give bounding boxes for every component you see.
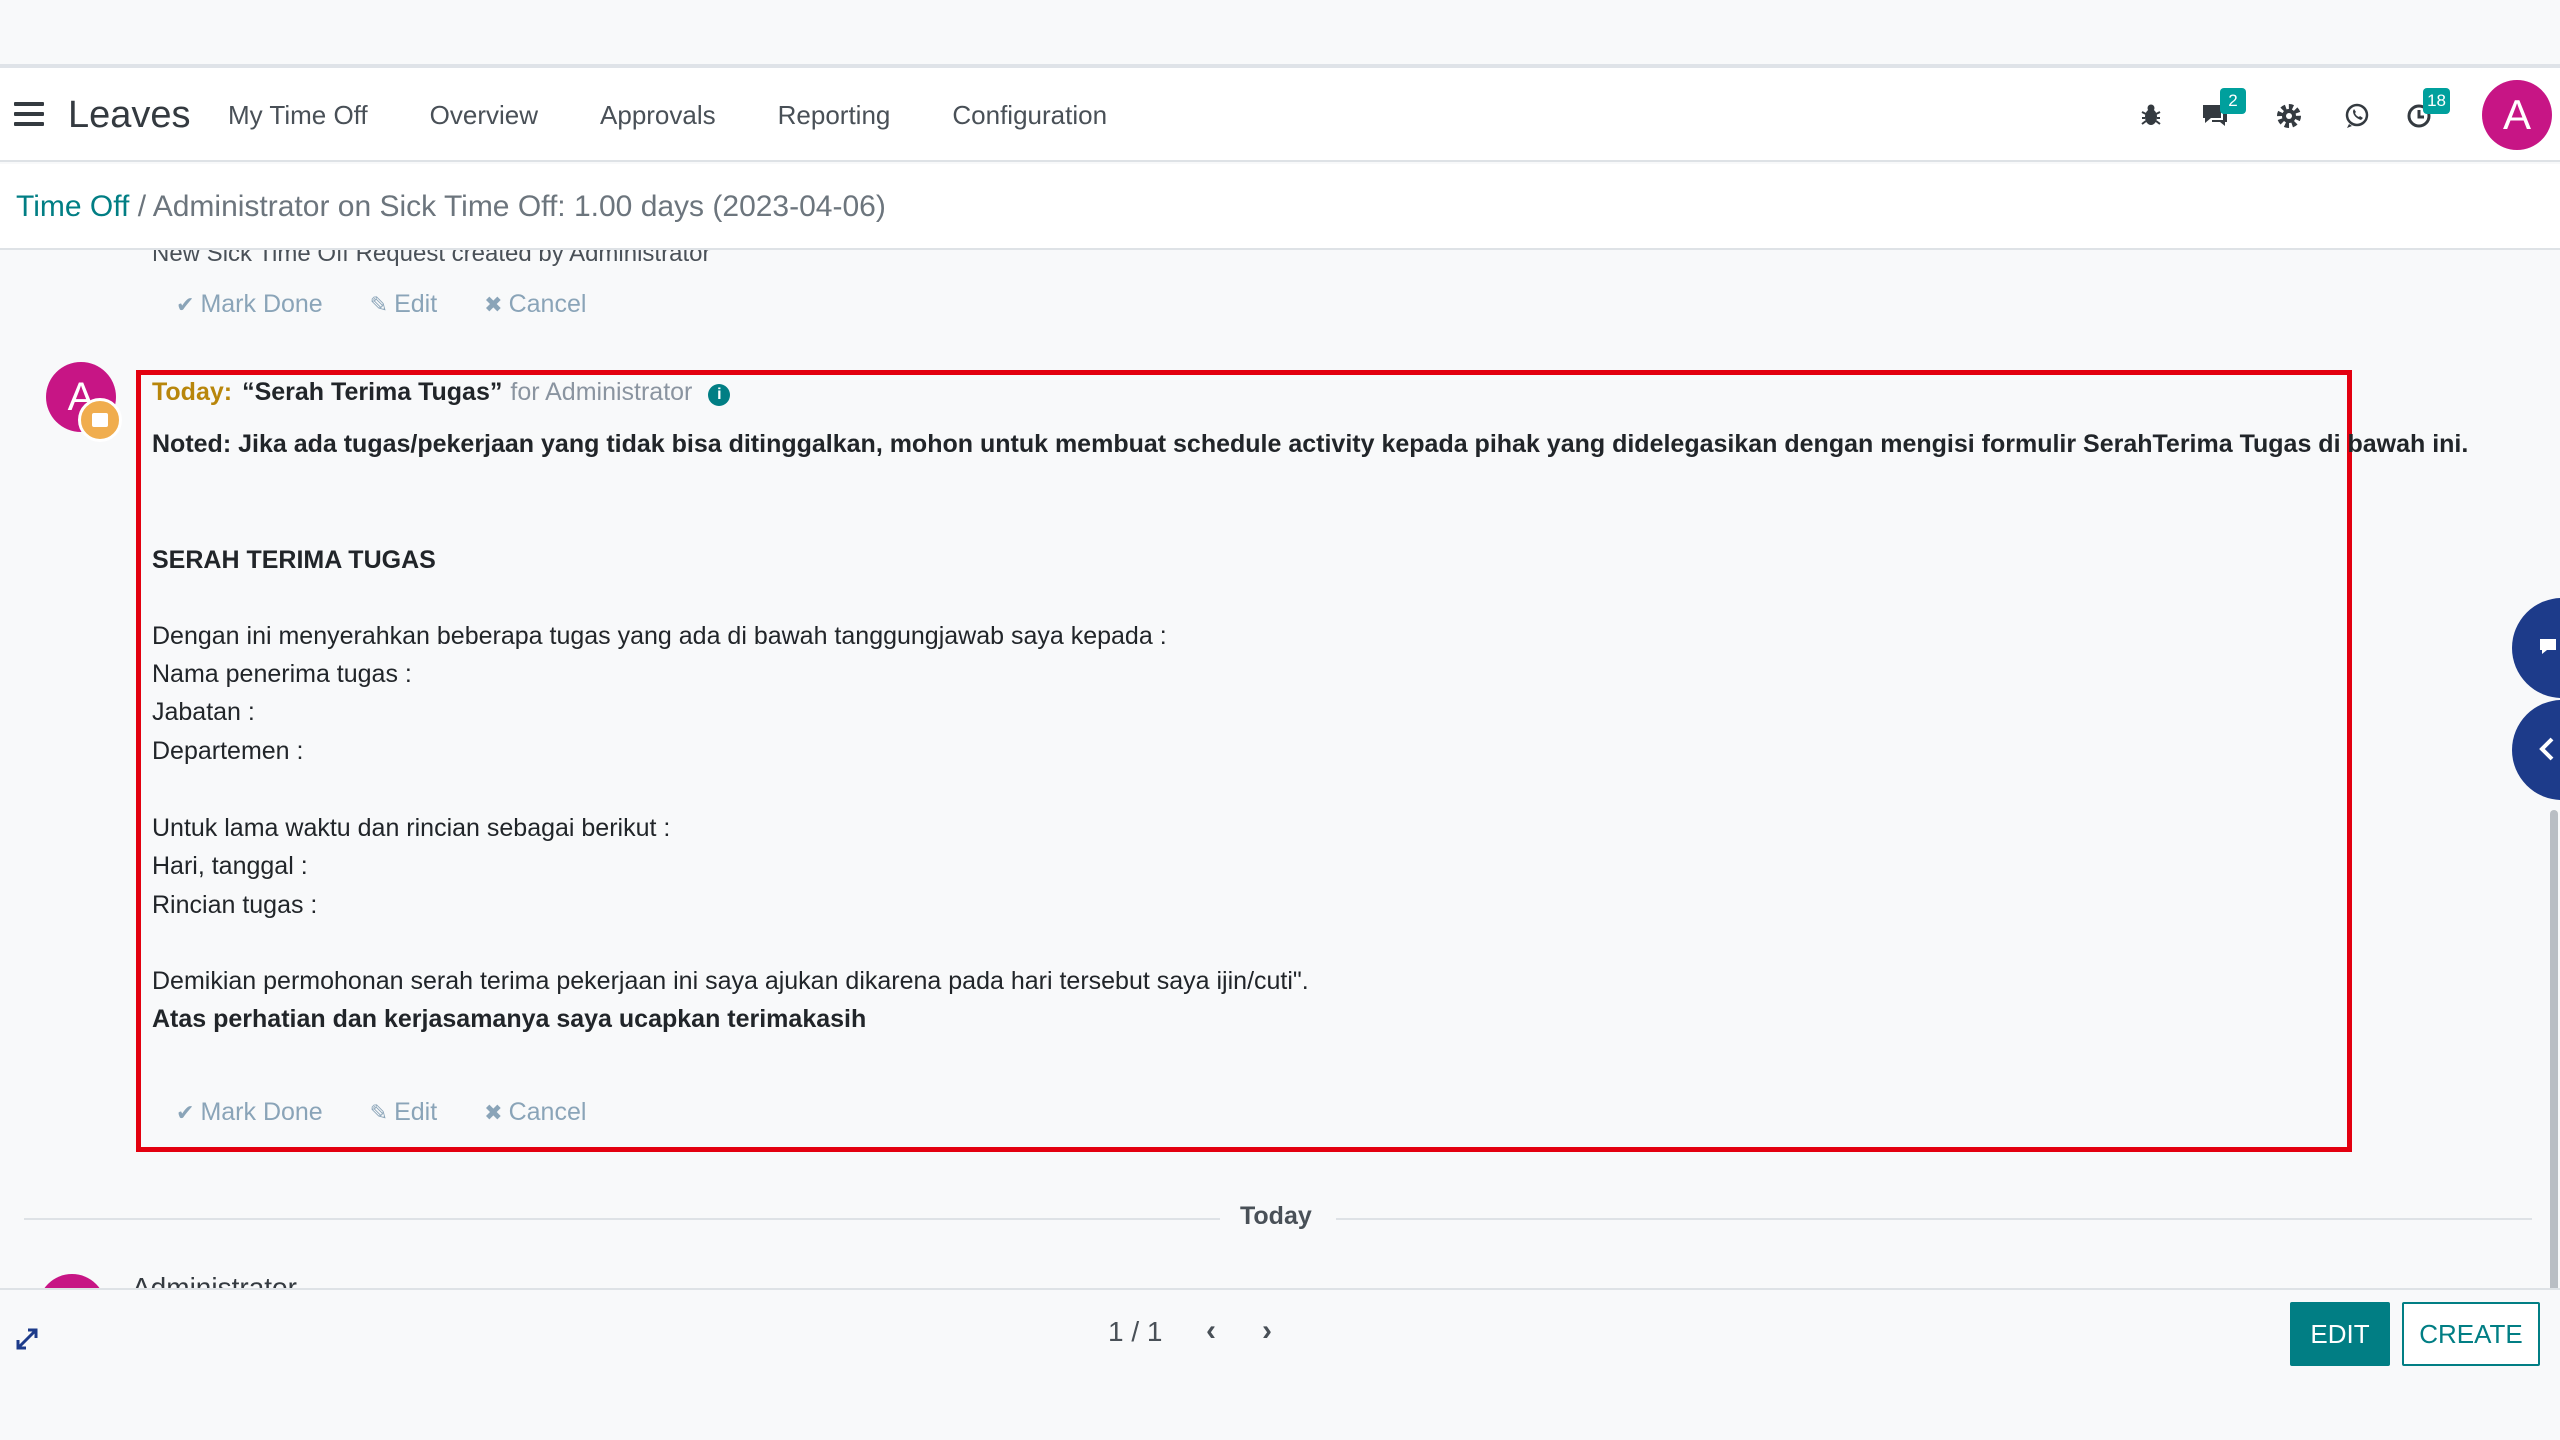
control-panel: Time Off / Administrator on Sick Time Of… bbox=[0, 164, 2560, 250]
close-icon: ✖ bbox=[484, 292, 503, 317]
breadcrumb-time-off[interactable]: Time Off bbox=[16, 190, 129, 223]
activity-line-7: Rincian tugas : bbox=[152, 891, 318, 919]
breadcrumb: Time Off / Administrator on Sick Time Of… bbox=[16, 190, 886, 224]
activity-line-9: Atas perhatian dan kerjasamanya saya uca… bbox=[152, 1005, 867, 1033]
activity-header: Today: “Serah Terima Tugas” for Administra… bbox=[152, 378, 731, 407]
cancel-activity-button[interactable]: ✖ Cancel bbox=[484, 1098, 586, 1127]
vertical-scrollbar[interactable] bbox=[2550, 810, 2558, 1290]
close-icon: ✖ bbox=[484, 1100, 503, 1125]
breadcrumb-current: Administrator on Sick Time Off: 1.00 day… bbox=[152, 190, 886, 223]
mark-done-button[interactable]: ✔ Mark Done bbox=[176, 1098, 323, 1127]
side-chat-tab[interactable] bbox=[2512, 598, 2560, 698]
activity-line-8: Demikian permohonan serah terima pekerja… bbox=[152, 967, 1309, 995]
check-icon: ✔ bbox=[176, 292, 195, 317]
main-navbar: Leaves My Time Off Overview Approvals Re… bbox=[0, 68, 2560, 162]
activity-heading: SERAH TERIMA TUGAS bbox=[152, 546, 436, 574]
activity-line-3: Jabatan : bbox=[152, 698, 255, 726]
activity-type-icon bbox=[78, 398, 122, 442]
side-collapse-tab[interactable] bbox=[2512, 700, 2560, 800]
check-icon: ✔ bbox=[176, 1100, 195, 1125]
menu-toggle-icon[interactable] bbox=[14, 102, 44, 126]
menu-my-time-off[interactable]: My Time Off bbox=[228, 100, 368, 131]
activity-clock-icon[interactable]: 18 bbox=[2404, 88, 2450, 132]
edit-button[interactable]: EDIT bbox=[2290, 1302, 2390, 1366]
chevron-left-icon bbox=[2539, 737, 2554, 761]
activity-summary: “Serah Terima Tugas” bbox=[242, 378, 503, 406]
activity-line-2: Nama penerima tugas : bbox=[152, 660, 412, 688]
create-button[interactable]: CREATE bbox=[2402, 1302, 2540, 1366]
previous-message: New Sick Time Off Request created by Adm… bbox=[152, 250, 711, 267]
highlight-box bbox=[136, 370, 2352, 1152]
top-menu: My Time Off Overview Approvals Reporting… bbox=[228, 100, 1169, 131]
breadcrumb-separator: / bbox=[129, 190, 153, 223]
menu-reporting[interactable]: Reporting bbox=[778, 100, 891, 131]
bug-icon[interactable] bbox=[2136, 102, 2166, 132]
user-avatar[interactable]: A bbox=[2482, 80, 2552, 150]
previous-activity-actions: ✔ Mark Done ✎ Edit ✖ Cancel bbox=[176, 290, 626, 319]
activity-actions: ✔ Mark Done ✎ Edit ✖ Cancel bbox=[176, 1098, 626, 1127]
menu-overview[interactable]: Overview bbox=[430, 100, 538, 131]
pencil-icon: ✎ bbox=[369, 1100, 389, 1125]
menu-approvals[interactable]: Approvals bbox=[600, 100, 716, 131]
app-title[interactable]: Leaves bbox=[68, 94, 191, 137]
date-divider-right bbox=[1336, 1218, 2532, 1220]
edit-activity-button[interactable]: ✎ Edit bbox=[370, 1098, 438, 1127]
activity-line-6: Hari, tanggal : bbox=[152, 852, 308, 880]
mark-done-button[interactable]: ✔ Mark Done bbox=[176, 290, 323, 319]
chat-icon bbox=[2540, 639, 2556, 654]
browser-top-strip bbox=[0, 0, 2560, 68]
activity-assignee: for Administrator bbox=[510, 378, 693, 406]
menu-configuration[interactable]: Configuration bbox=[952, 100, 1107, 131]
activities-badge: 18 bbox=[2423, 88, 2450, 114]
messages-badge: 2 bbox=[2220, 88, 2246, 114]
pager-previous-icon[interactable]: ‹ bbox=[1206, 1314, 1216, 1348]
messages-icon[interactable]: 2 bbox=[2200, 88, 2246, 132]
whatsapp-icon[interactable] bbox=[2342, 102, 2372, 132]
gear-icon[interactable] bbox=[2274, 102, 2304, 132]
pencil-icon: ✎ bbox=[369, 292, 389, 317]
chatter-area: New Sick Time Off Request created by Adm… bbox=[0, 250, 2560, 1290]
date-divider-label: Today bbox=[1240, 1202, 1312, 1230]
pager-next-icon[interactable]: › bbox=[1262, 1314, 1272, 1348]
expand-icon[interactable] bbox=[14, 1326, 42, 1354]
bottom-toolbar: 1 / 1 ‹ › EDIT CREATE bbox=[0, 1288, 2560, 1440]
pager-value[interactable]: 1 / 1 bbox=[1108, 1316, 1162, 1348]
activity-line-4: Departemen : bbox=[152, 737, 304, 765]
info-icon[interactable]: i bbox=[708, 384, 731, 406]
edit-activity-button[interactable]: ✎ Edit bbox=[370, 290, 438, 319]
activity-line-1: Dengan ini menyerahkan beberapa tugas ya… bbox=[152, 622, 1167, 650]
activity-line-5: Untuk lama waktu dan rincian sebagai ber… bbox=[152, 814, 671, 842]
date-divider-left bbox=[24, 1218, 1220, 1220]
activity-date: Today: bbox=[152, 378, 233, 406]
cancel-activity-button[interactable]: ✖ Cancel bbox=[484, 290, 586, 319]
activity-note: Noted: Jika ada tugas/pekerjaan yang tid… bbox=[152, 430, 2469, 458]
